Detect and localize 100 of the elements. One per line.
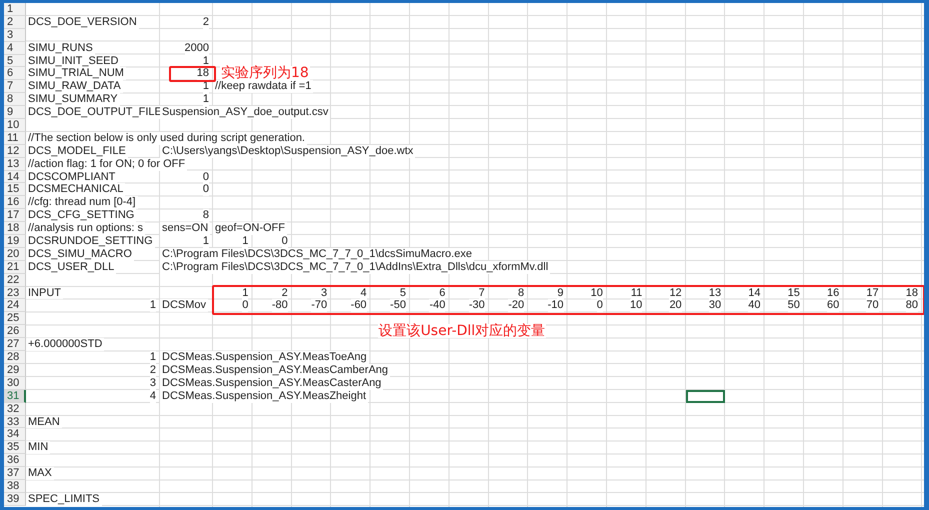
- table-cell: 0: [202, 183, 209, 196]
- table-cell: 3: [150, 376, 156, 390]
- row-header[interactable]: 18: [4, 222, 26, 236]
- table-cell: 12: [669, 286, 682, 300]
- table-cell: -50: [390, 299, 406, 312]
- table-cell: 0: [202, 170, 209, 184]
- row-header[interactable]: 35: [4, 441, 26, 454]
- table-cell: C:\Program Files\DCS\3DCS_MC_7_7_0_1\AddIns\Extra_Dlls\dcu_xformMv.dll: [160, 260, 550, 274]
- table-cell: SIMU_RUNS: [26, 42, 95, 55]
- table-cell: DCSMECHANICAL: [26, 183, 126, 196]
- table-cell: 10: [590, 286, 603, 300]
- table-cell: 0: [596, 299, 603, 312]
- row-header[interactable]: 29: [4, 364, 26, 377]
- table-cell: //cfg: thread num [0-4]: [26, 196, 138, 210]
- row-header[interactable]: 14: [4, 170, 26, 184]
- selected-cell[interactable]: [686, 390, 726, 403]
- row-header[interactable]: 10: [4, 119, 26, 132]
- table-cell: -70: [311, 299, 328, 312]
- row-header[interactable]: 37: [4, 467, 26, 480]
- table-cell: SPEC_LIMITS: [26, 492, 102, 506]
- table-cell: 1: [242, 286, 248, 300]
- table-cell: 20: [669, 299, 682, 312]
- table-cell: 17: [866, 286, 879, 300]
- table-cell: //analysis run options: s: [26, 222, 145, 236]
- row-header[interactable]: 26: [4, 325, 26, 338]
- table-cell: MIN: [26, 441, 50, 454]
- row-header[interactable]: 20: [4, 248, 26, 261]
- table-cell: 1: [150, 299, 156, 312]
- row-header[interactable]: 13: [4, 158, 26, 171]
- row-header[interactable]: 16: [4, 196, 26, 210]
- table-cell: 8: [518, 286, 524, 300]
- table-cell: -60: [350, 299, 367, 312]
- row-header[interactable]: 8: [4, 93, 26, 106]
- table-cell: 1: [202, 93, 209, 106]
- table-cell: 8: [202, 209, 209, 222]
- table-cell: 1: [150, 351, 156, 364]
- row-header[interactable]: 22: [4, 274, 26, 287]
- table-cell: 18: [196, 67, 209, 80]
- table-cell: 4: [150, 390, 156, 403]
- table-cell: 3: [321, 286, 328, 300]
- row-header[interactable]: 6: [4, 67, 26, 80]
- row-header[interactable]: 25: [4, 312, 26, 326]
- table-cell: 0: [242, 299, 248, 312]
- row-header[interactable]: 33: [4, 416, 26, 428]
- row-header[interactable]: 34: [4, 428, 26, 442]
- table-cell: DCSMeas.Suspension_ASY.MeasZheight: [160, 390, 368, 403]
- row-header[interactable]: 15: [4, 183, 26, 196]
- row-header[interactable]: 19: [4, 235, 26, 248]
- row-header[interactable]: 4: [4, 42, 26, 55]
- table-cell: 50: [788, 299, 800, 312]
- table-cell: SIMU_INIT_SEED: [26, 54, 120, 68]
- row-header[interactable]: 38: [4, 480, 26, 493]
- row-header[interactable]: 23: [4, 286, 26, 300]
- row-header[interactable]: 30: [4, 376, 26, 390]
- annotation-text: 设置该User-Dll对应的变量: [378, 324, 546, 338]
- table-cell: 60: [827, 299, 840, 312]
- table-cell: 13: [708, 286, 722, 300]
- row-header[interactable]: 24: [4, 299, 26, 312]
- row-header[interactable]: 9: [4, 106, 26, 120]
- row-header[interactable]: 27: [4, 338, 26, 352]
- annotation-text: 实验序列为18: [220, 66, 310, 80]
- table-cell: SIMU_SUMMARY: [26, 93, 120, 106]
- table-cell: INPUT: [26, 286, 63, 300]
- row-header[interactable]: 17: [4, 209, 26, 222]
- row-header[interactable]: 12: [4, 144, 26, 158]
- table-cell: DCS_DOE_VERSION: [26, 16, 139, 29]
- table-cell: -80: [272, 299, 288, 312]
- row-header[interactable]: 1: [4, 3, 26, 16]
- table-cell: geof=ON-OFF: [213, 222, 287, 236]
- row-header[interactable]: 28: [4, 351, 26, 364]
- row-header[interactable]: 5: [4, 54, 26, 68]
- table-cell: 5: [400, 286, 406, 300]
- row-header[interactable]: 2: [4, 16, 26, 29]
- table-cell: SIMU_RAW_DATA: [26, 80, 123, 94]
- table-cell: -30: [468, 299, 485, 312]
- table-cell: DCS_MODEL_FILE: [26, 144, 128, 158]
- row-header[interactable]: 21: [4, 260, 26, 274]
- table-cell: sens=ON: [160, 222, 210, 236]
- table-cell: -20: [508, 299, 524, 312]
- row-header[interactable]: 31: [4, 390, 26, 403]
- table-cell: 1: [202, 235, 209, 248]
- table-cell: DCSRUNDOE_SETTING: [26, 235, 155, 248]
- table-cell: 2000: [184, 42, 209, 55]
- table-cell: DCSMov: [160, 299, 208, 312]
- row-header[interactable]: 39: [4, 492, 26, 506]
- table-cell: 11: [630, 286, 642, 300]
- row-header[interactable]: 7: [4, 80, 26, 94]
- table-cell: 6: [439, 286, 446, 300]
- table-cell: C:\Program Files\DCS\3DCS_MC_7_7_0_1\dcsSimuMacro.exe: [160, 248, 474, 261]
- table-cell: 7: [478, 286, 485, 300]
- row-header[interactable]: 11: [4, 132, 26, 145]
- table-cell: DCS_CFG_SETTING: [26, 209, 136, 222]
- row-header[interactable]: 32: [4, 402, 26, 416]
- table-cell: 0: [282, 235, 288, 248]
- table-cell: DCSMeas.Suspension_ASY.MeasCasterAng: [160, 376, 384, 390]
- row-header[interactable]: 36: [4, 454, 26, 468]
- table-cell: //action flag: 1 for ON; 0 for OFF: [26, 158, 188, 171]
- table-cell: 10: [630, 299, 642, 312]
- table-cell: DCSMeas.Suspension_ASY.MeasCamberAng: [160, 364, 390, 377]
- row-header[interactable]: 3: [4, 28, 26, 42]
